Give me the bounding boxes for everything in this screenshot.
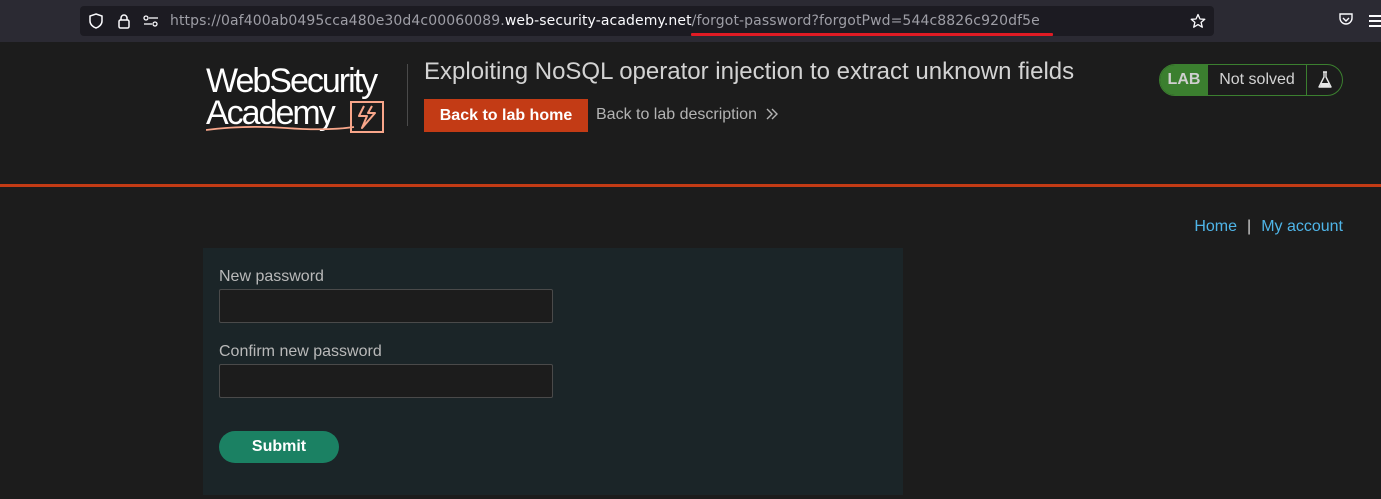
lock-icon[interactable]	[116, 6, 132, 36]
logo-swoosh	[206, 125, 355, 131]
new-password-input[interactable]	[219, 289, 553, 323]
nav-separator: |	[1247, 218, 1252, 235]
pocket-icon[interactable]	[1338, 11, 1358, 31]
url-prefix: https://0af400ab0495cca480e30d4c00060089…	[170, 13, 505, 29]
lab-badge: LAB	[1160, 65, 1208, 95]
flask-icon	[1307, 65, 1342, 95]
lab-status-text: Not solved	[1208, 65, 1307, 95]
home-link[interactable]: Home	[1194, 218, 1237, 235]
shield-icon[interactable]	[88, 6, 104, 36]
url-text[interactable]: https://0af400ab0495cca480e30d4c00060089…	[170, 13, 1040, 29]
browser-toolbar: https://0af400ab0495cca480e30d4c00060089…	[0, 0, 1381, 42]
confirm-password-label: Confirm new password	[219, 343, 382, 360]
menu-icon[interactable]	[1366, 12, 1381, 30]
academy-header: WebSecurity Academy Exploiting NoSQL ope…	[0, 42, 1381, 187]
academy-logo[interactable]: WebSecurity Academy	[206, 64, 406, 136]
bookmark-star-icon[interactable]	[1188, 6, 1208, 36]
page-content: Home | My account New password Confirm new…	[0, 190, 1381, 499]
lab-status-widget: LAB Not solved	[1159, 64, 1343, 96]
lab-title: Exploiting NoSQL operator injection to e…	[424, 58, 1075, 85]
url-domain: web-security-academy.net	[504, 13, 692, 29]
url-highlight-underline	[691, 33, 1053, 36]
logo-line1: WebSecurity	[206, 62, 378, 100]
top-nav: Home | My account	[1194, 218, 1343, 236]
header-divider	[407, 64, 408, 126]
permissions-icon[interactable]	[142, 6, 160, 36]
back-to-lab-description-link[interactable]: Back to lab description	[596, 106, 757, 124]
url-bar[interactable]: https://0af400ab0495cca480e30d4c00060089…	[80, 6, 1214, 36]
confirm-password-input[interactable]	[219, 364, 553, 398]
new-password-label: New password	[219, 268, 324, 285]
reset-password-form: New password Confirm new password Submit	[203, 248, 903, 495]
logo-lightning-icon	[350, 101, 384, 133]
back-to-lab-home-button[interactable]: Back to lab home	[424, 99, 588, 132]
double-chevron-right-icon	[765, 106, 779, 126]
submit-button[interactable]: Submit	[219, 431, 339, 463]
my-account-link[interactable]: My account	[1261, 218, 1343, 235]
url-path: /forgot-password?forgotPwd=544c8826c920d…	[691, 13, 1040, 29]
